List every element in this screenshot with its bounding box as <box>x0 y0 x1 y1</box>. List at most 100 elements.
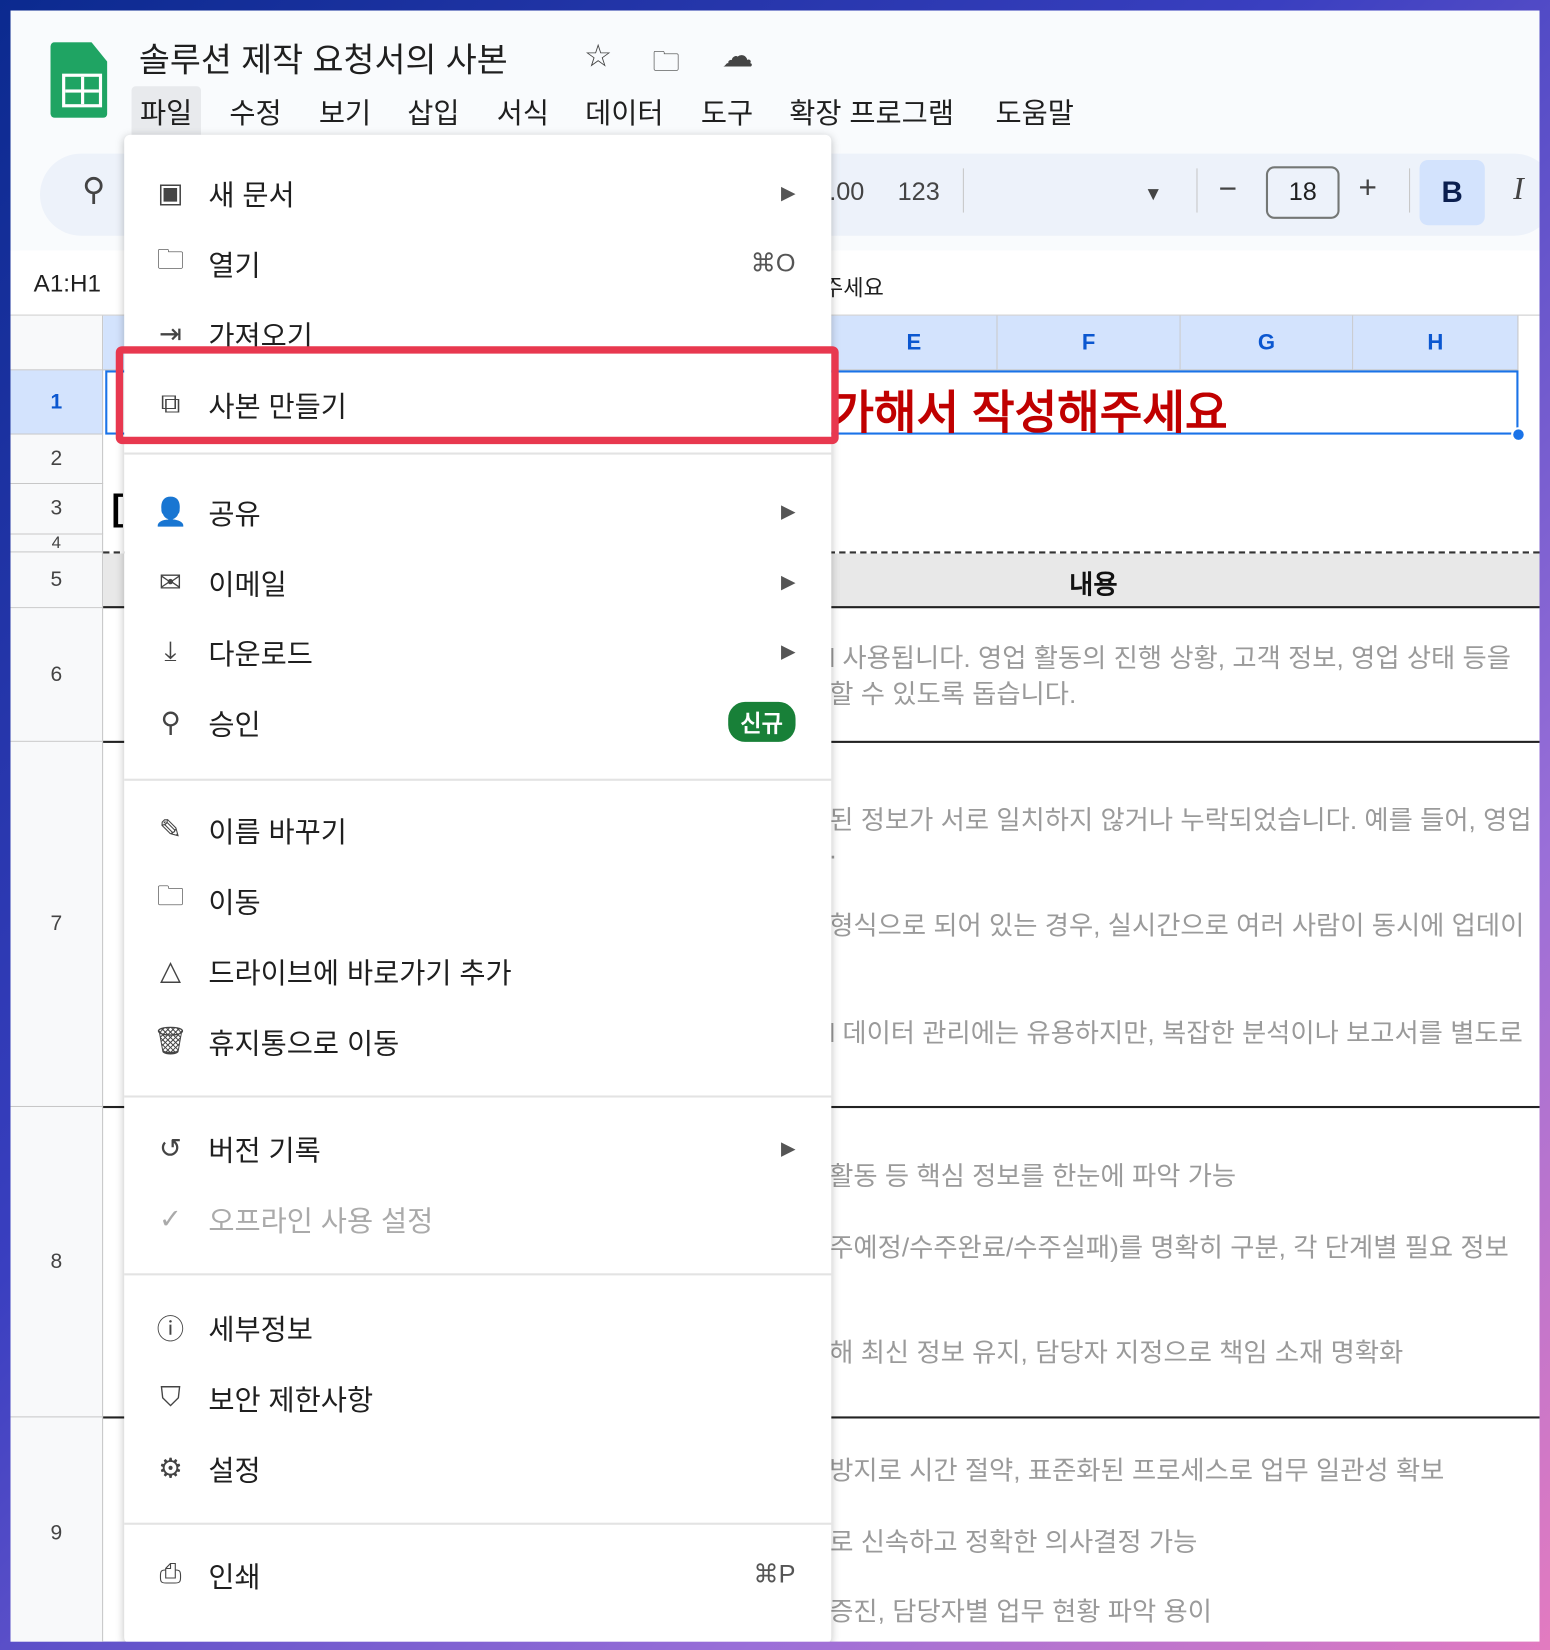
share-person-icon: 👤 <box>153 495 188 527</box>
shortcut: ⌘O <box>750 248 796 278</box>
new-badge: 신규 <box>727 701 796 742</box>
row-header-1[interactable]: 1 <box>10 370 104 435</box>
row-header-9[interactable]: 9 <box>10 1417 104 1642</box>
title-cell-text: 가해서 작성해주세요 <box>831 387 1228 439</box>
cloud-saved-icon[interactable]: ☁ <box>722 38 754 75</box>
row-header-5[interactable]: 5 <box>10 552 104 609</box>
cell-text: 로 신속하고 정확한 의사결정 가능 <box>829 1527 1198 1558</box>
menu-tools[interactable]: 도구 <box>692 86 761 135</box>
cell-text: l 사용됩니다. 영업 활동의 진행 상황, 고객 정보, 영업 상태 등을 <box>829 644 1511 674</box>
column-header-e[interactable]: E <box>831 315 998 371</box>
increase-font-button[interactable]: + <box>1359 170 1377 206</box>
divider <box>962 168 964 213</box>
menu-item-download[interactable]: ⤓ 다운로드 ▶ <box>124 620 831 683</box>
decrease-font-button[interactable]: − <box>1219 172 1237 208</box>
font-dropdown-chevron-icon[interactable]: ▼ <box>1144 183 1163 205</box>
highlight-box <box>115 346 839 445</box>
column-header-g[interactable]: G <box>1180 315 1354 371</box>
row-header-4[interactable]: 4 <box>10 534 104 553</box>
cell-text: 방지로 시간 절약, 표준화된 프로세스로 업무 일관성 확보 <box>829 1456 1445 1486</box>
sheets-logo[interactable] <box>50 42 108 118</box>
drive-shortcut-icon: △ <box>159 953 181 986</box>
email-icon: ✉ <box>158 565 182 598</box>
row-header-6[interactable]: 6 <box>10 608 104 742</box>
search-icon[interactable]: ⚲ <box>82 172 105 209</box>
menu-item-new[interactable]: ▣ 새 문서 ▶ <box>124 161 831 224</box>
menu-edit[interactable]: 수정 <box>221 86 290 135</box>
menu-data[interactable]: 데이터 <box>577 86 672 135</box>
submenu-arrow-icon: ▶ <box>780 181 796 203</box>
column-header-f[interactable]: F <box>997 315 1181 371</box>
menu-insert[interactable]: 삽입 <box>399 86 468 135</box>
fill-handle[interactable] <box>1511 427 1526 442</box>
submenu-arrow-icon: ▶ <box>780 570 796 592</box>
menu-format[interactable]: 서식 <box>488 86 557 135</box>
row-header-2[interactable]: 2 <box>10 434 104 485</box>
row-header-8[interactable]: 8 <box>10 1107 104 1418</box>
approval-icon: ⚲ <box>160 705 181 738</box>
menu-help[interactable]: 도움말 <box>987 86 1082 135</box>
folder-icon: 🗀 <box>156 243 185 275</box>
menu-view[interactable]: 보기 <box>310 86 379 135</box>
trash-icon: 🗑 <box>153 1024 188 1056</box>
menu-item-approval[interactable]: ⚲ 승인 신규 <box>124 690 831 753</box>
menu-item-details[interactable]: ⓘ 세부정보 <box>124 1295 831 1358</box>
select-all-corner[interactable] <box>10 315 104 371</box>
menu-item-email[interactable]: ✉ 이메일 ▶ <box>124 550 831 613</box>
menu-item-offline: ✓ 오프라인 사용 설정 <box>124 1187 831 1250</box>
cell-text: 주예정/수주완료/수주실패)를 명확히 구분, 각 단계별 필요 정보 <box>829 1233 1509 1263</box>
gear-icon: ⚙ <box>158 1451 183 1484</box>
star-icon[interactable]: ☆ <box>584 38 612 75</box>
menu-item-settings[interactable]: ⚙ 설정 <box>124 1436 831 1499</box>
decimal-button[interactable]: .00 <box>829 178 864 207</box>
print-icon: ⎙ <box>159 1557 182 1589</box>
submenu-arrow-icon: ▶ <box>780 1137 796 1159</box>
sheets-window: 솔루션 제작 요청서의 사본 ☆ 🗀 ☁ 파일 수정 보기 삽입 서식 데이터 … <box>10 10 1540 1642</box>
menu-extensions[interactable]: 확장 프로그램 <box>781 86 963 135</box>
move-folder-icon: 🗀 <box>156 879 185 912</box>
menu-item-version-history[interactable]: ↺ 버전 기록 ▶ <box>124 1116 831 1179</box>
cell-text: 증진, 담당자별 업무 현황 파악 용이 <box>829 1597 1212 1627</box>
menu-separator <box>124 1095 832 1098</box>
move-folder-icon[interactable]: 🗀 <box>652 42 679 88</box>
security-icon: ⛉ <box>160 1380 181 1413</box>
divider <box>1196 168 1198 213</box>
cell-text: 할 수 있도록 돕습니다. <box>829 679 1077 710</box>
cell-text: 된 정보가 서로 일치하지 않거나 누락되었습니다. 예를 들어, 영업 <box>829 806 1532 836</box>
menu-item-print[interactable]: ⎙ 인쇄 ⌘P <box>124 1543 831 1606</box>
menu-item-add-shortcut[interactable]: △ 드라이브에 바로가기 추가 <box>124 939 831 1002</box>
italic-button[interactable]: I <box>1513 172 1524 208</box>
header-content: 내용 <box>1069 570 1118 600</box>
menu-item-trash[interactable]: 🗑 휴지통으로 이동 <box>124 1009 831 1072</box>
new-sheet-icon: ▣ <box>157 176 184 208</box>
menu-item-share[interactable]: 👤 공유 ▶ <box>124 480 831 543</box>
menu-separator <box>124 778 832 781</box>
info-icon: ⓘ <box>156 1312 185 1345</box>
row-header-7[interactable]: 7 <box>10 741 104 1108</box>
cell-text: 활동 등 핵심 정보를 한눈에 파악 가능 <box>829 1161 1237 1192</box>
import-icon: ⇥ <box>158 317 182 349</box>
offline-icon: ✓ <box>158 1202 182 1234</box>
menu-item-open[interactable]: 🗀 열기 ⌘O <box>124 232 831 295</box>
menu-item-move[interactable]: 🗀 이동 <box>124 868 831 931</box>
number-format-button[interactable]: 123 <box>898 178 940 207</box>
column-header-h[interactable]: H <box>1353 315 1519 371</box>
menu-file[interactable]: 파일 <box>131 86 201 137</box>
submenu-arrow-icon: ▶ <box>780 640 796 662</box>
document-title[interactable]: 솔루션 제작 요청서의 사본 <box>139 34 508 82</box>
cell-text: l 데이터 관리에는 유용하지만, 복잡한 분석이나 보고서를 별도로 <box>829 1018 1523 1049</box>
name-box[interactable]: A1:H1 <box>34 269 101 297</box>
divider <box>1409 168 1411 213</box>
shortcut: ⌘P <box>753 1560 796 1589</box>
submenu-arrow-icon: ▶ <box>780 500 796 522</box>
font-size-input[interactable]: 18 <box>1265 166 1340 219</box>
menu-separator <box>124 452 832 455</box>
bold-button[interactable]: B <box>1419 159 1485 226</box>
row3-cell-text: [ <box>111 488 124 529</box>
menu-separator <box>124 1273 832 1276</box>
formula-input[interactable]: 주세요 <box>823 271 884 303</box>
menu-item-rename[interactable]: ✎ 이름 바꾸기 <box>124 798 831 861</box>
menu-item-security[interactable]: ⛉ 보안 제한사항 <box>124 1366 831 1429</box>
cell-text: 해 최신 정보 유지, 담당자 지정으로 책임 소재 명확화 <box>829 1338 1404 1368</box>
row-header-3[interactable]: 3 <box>10 484 104 535</box>
